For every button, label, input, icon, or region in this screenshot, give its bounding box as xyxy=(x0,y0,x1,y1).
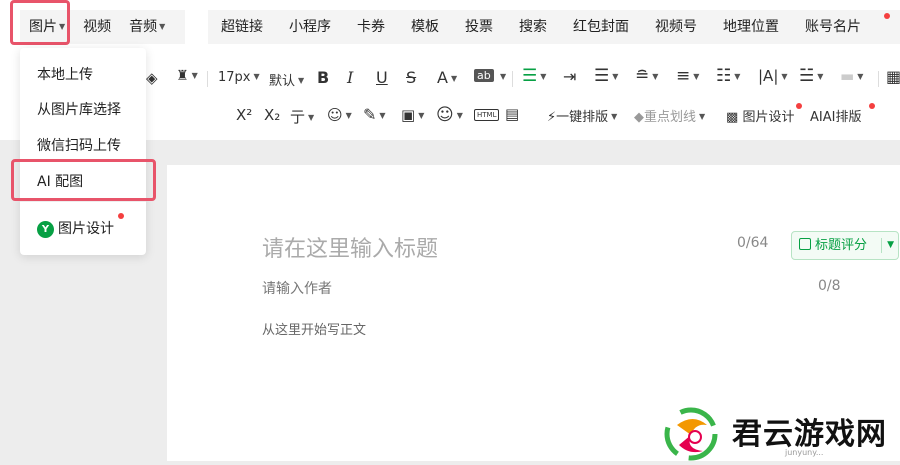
toolbar-divider xyxy=(878,71,879,87)
highlight-line-icon: ◆ xyxy=(634,110,644,125)
toolbar-divider xyxy=(512,71,513,87)
table-style-icon: ▬ ▼ xyxy=(840,67,864,85)
author-input[interactable]: 请输入作者 xyxy=(262,278,332,298)
font-color-icon[interactable]: A ▼ xyxy=(437,68,457,87)
tab-video[interactable]: 视频 xyxy=(74,10,120,44)
watermark-text: 君云游戏网 xyxy=(732,417,887,452)
button-divider xyxy=(881,238,882,253)
image-design-logo-icon: Y xyxy=(37,221,54,238)
list-indent-icon[interactable]: ☷ ▼ xyxy=(716,66,740,86)
chart-icon[interactable]: ▣ ▼ xyxy=(401,106,424,124)
tab-audio-label: 音频 xyxy=(129,19,158,35)
author-char-count: 0/8 xyxy=(818,278,841,294)
bullet-list-icon[interactable]: ☱ ▼ xyxy=(799,66,823,86)
indent-icon[interactable]: ⇥ xyxy=(563,67,576,86)
one-click-layout-button[interactable]: ⚡一键排版 ▼ xyxy=(547,106,617,125)
align-icon[interactable]: ☰ ▼ xyxy=(522,66,546,86)
tab-audio[interactable]: 音频 ▼ xyxy=(120,10,174,44)
chevron-down-icon[interactable]: ▼ xyxy=(497,70,506,85)
insert-tab-group: 超链接 小程序 卡券 模板 投票 搜索 红包封面 视频号 地理位置 账号名片 xyxy=(208,10,900,44)
chevron-down-icon: ▼ xyxy=(159,22,166,31)
image-design-label: 图片设计 xyxy=(742,110,795,125)
new-badge-dot xyxy=(884,13,890,19)
underline-icon[interactable]: U xyxy=(376,68,388,87)
image-dropdown-menu: 本地上传 从图片库选择 微信扫码上传 AI 配图 Y 图片设计 xyxy=(20,48,146,255)
title-input[interactable]: 请在这里输入标题 xyxy=(262,231,438,263)
title-score-label: 标题评分 xyxy=(815,238,868,253)
new-badge-dot xyxy=(869,103,875,109)
letter-spacing-icon[interactable]: ≡ ▼ xyxy=(676,66,699,86)
tab-video-label: 视频 xyxy=(83,19,112,35)
ai-layout-button[interactable]: AIAI排版 xyxy=(810,106,861,125)
menu-item-image-design[interactable]: Y 图片设计 xyxy=(37,218,114,238)
emoji-icon[interactable]: ☺ ▼ xyxy=(436,105,463,125)
new-badge-dot xyxy=(796,103,802,109)
lightning-icon: ⚡ xyxy=(547,110,557,125)
table-icon[interactable]: ▦ xyxy=(886,67,900,86)
tab-channels[interactable]: 视频号 xyxy=(642,10,710,44)
strikethrough-icon[interactable]: S xyxy=(406,68,416,87)
briefcase-icon[interactable]: ▤ xyxy=(505,105,519,123)
tab-mini-program[interactable]: 小程序 xyxy=(276,10,344,44)
font-family-value: 默认 xyxy=(269,74,296,89)
highlight-line-button[interactable]: ◆重点划线 ▼ xyxy=(634,106,705,125)
one-click-layout-label: 一键排版 xyxy=(556,110,609,125)
tab-search[interactable]: 搜索 xyxy=(506,10,560,44)
tab-vote[interactable]: 投票 xyxy=(452,10,506,44)
body-input[interactable]: 从这里开始写正文 xyxy=(262,319,366,338)
chevron-down-icon[interactable]: ▼ xyxy=(887,232,894,259)
clear-format-icon[interactable]: ♜ ▼ xyxy=(176,68,198,84)
divider-line-icon[interactable]: 亍 ▼ xyxy=(290,106,314,127)
font-size-value: 17px xyxy=(218,70,251,85)
new-badge-dot xyxy=(118,213,124,219)
font-size-select[interactable]: 17px ▼ xyxy=(218,70,260,85)
tab-account-card[interactable]: 账号名片 xyxy=(792,10,874,44)
format-painter-icon[interactable]: ◈ xyxy=(146,69,158,87)
bold-icon[interactable]: B xyxy=(317,68,329,87)
tab-coupon[interactable]: 卡券 xyxy=(344,10,398,44)
menu-item-wechat-scan-upload[interactable]: 微信扫码上传 xyxy=(37,135,121,155)
tab-red-packet-cover[interactable]: 红包封面 xyxy=(560,10,642,44)
italic-icon[interactable]: I xyxy=(347,68,353,87)
watermark-subtext: junyuny... xyxy=(785,448,824,457)
ai-layout-label: AI排版 xyxy=(822,110,862,125)
title-char-count: 0/64 xyxy=(737,235,769,251)
score-icon xyxy=(799,238,811,250)
html-icon[interactable]: HTML xyxy=(474,109,500,121)
site-watermark: 君云游戏网 junyuny... xyxy=(655,405,900,461)
toolbar-divider xyxy=(207,71,208,87)
html-icon-text: HTML xyxy=(477,111,497,119)
paragraph-spacing-icon[interactable]: ☰ ▼ xyxy=(594,66,618,86)
highlight-box-ai-image xyxy=(11,159,156,201)
menu-item-local-upload[interactable]: 本地上传 xyxy=(37,64,93,84)
ai-icon: AI xyxy=(810,110,823,125)
line-spacing-icon[interactable]: ≘ ▼ xyxy=(635,66,658,86)
subscript-icon[interactable]: X₂ xyxy=(264,106,280,124)
highlight-box-image-tab xyxy=(10,0,70,45)
tab-hyperlink[interactable]: 超链接 xyxy=(208,10,276,44)
menu-divider xyxy=(20,201,146,202)
tab-template[interactable]: 模板 xyxy=(398,10,452,44)
background-color-icon-text: ab xyxy=(477,69,491,82)
background-color-icon[interactable]: ab xyxy=(474,69,494,82)
title-score-button[interactable]: 标题评分 ▼ xyxy=(791,231,899,260)
text-width-icon[interactable]: |A| ▼ xyxy=(758,67,788,85)
menu-item-image-library[interactable]: 从图片库选择 xyxy=(37,99,121,119)
superscript-icon[interactable]: X² xyxy=(236,106,252,124)
font-family-select[interactable]: 默认 ▼ xyxy=(269,70,304,89)
image-icon: ▩ xyxy=(726,110,739,125)
highlight-line-label: 重点划线 xyxy=(644,110,697,125)
image-design-button[interactable]: ▩ 图片设计 xyxy=(726,106,794,125)
watermark-logo-icon xyxy=(664,407,718,461)
image-design-menu-label: 图片设计 xyxy=(58,221,114,237)
tab-location[interactable]: 地理位置 xyxy=(710,10,792,44)
magic-wand-icon[interactable]: ✎ ▼ xyxy=(363,105,386,124)
emoji-list-icon[interactable]: ☺ ▼ xyxy=(327,106,352,124)
